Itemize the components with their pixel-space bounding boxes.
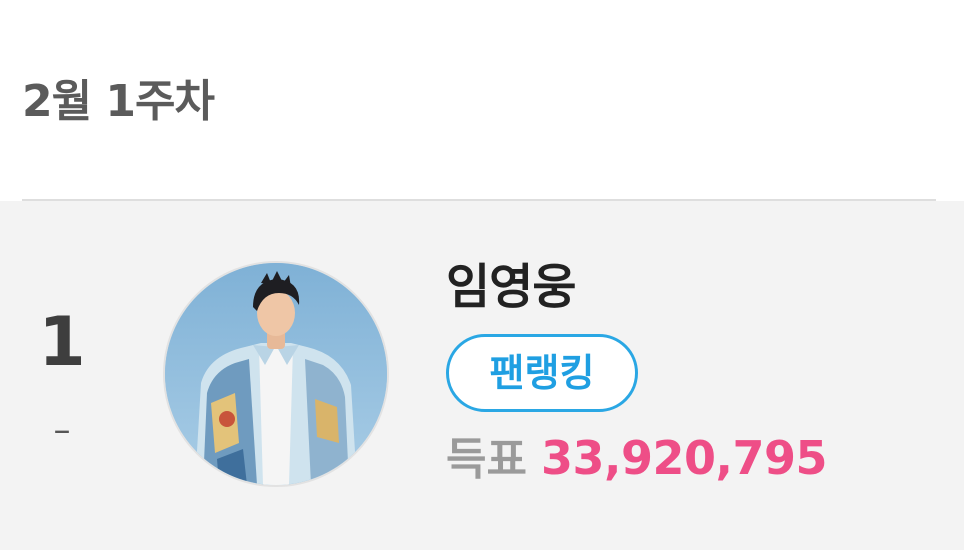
votes-label: 득표 <box>446 434 527 485</box>
ranking-card[interactable]: 1 – 임영웅 팬랭킹 득표 33,920,795 <box>0 201 964 550</box>
artist-photo-icon <box>165 263 387 485</box>
week-header: 2월 1주차 <box>0 0 964 200</box>
rank-change-indicator: – <box>53 410 71 450</box>
rank-number: 1 <box>38 303 86 382</box>
artist-name: 임영웅 <box>446 259 576 315</box>
votes-value: 33,920,795 <box>540 431 828 485</box>
fan-ranking-button[interactable]: 팬랭킹 <box>446 334 638 412</box>
artist-avatar[interactable] <box>163 261 389 487</box>
vote-count: 득표 33,920,795 <box>446 435 827 482</box>
week-title: 2월 1주차 <box>22 76 215 127</box>
